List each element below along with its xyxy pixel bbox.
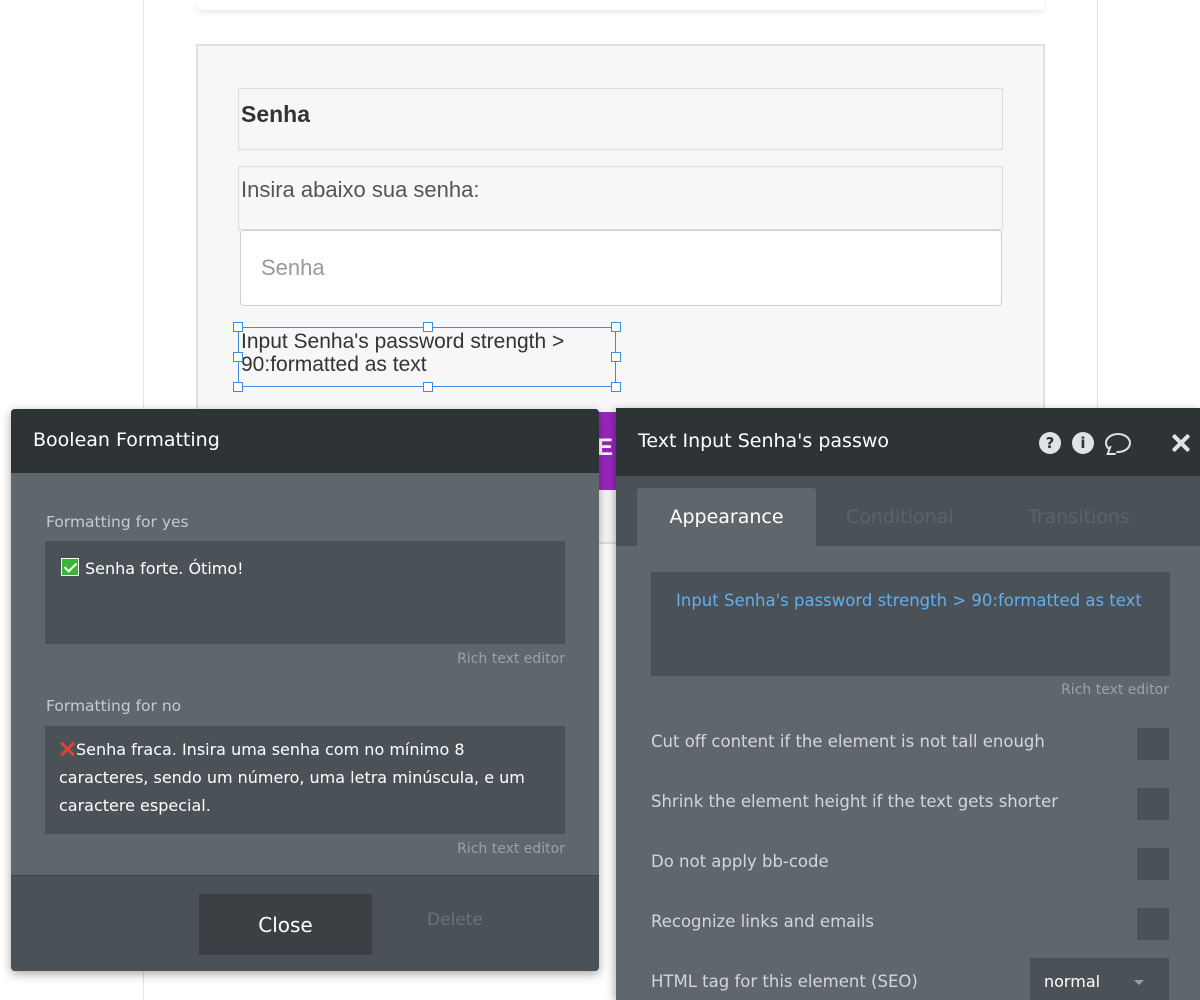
title-text-element[interactable]: Senha (238, 88, 1003, 150)
no-formatting-content: Senha fraca. Insira uma senha com no mín… (59, 736, 555, 820)
instruction-text-element[interactable]: Insira abaixo sua senha: (238, 166, 1003, 230)
dialog-title: Boolean Formatting (33, 429, 220, 451)
selected-strength-text-element[interactable]: Input Senha's password strength > 90:for… (238, 327, 616, 387)
resize-handle-bottom-left[interactable] (233, 382, 243, 392)
no-bb-code-label: Do not apply bb-code (651, 852, 829, 871)
rich-text-editor-link[interactable]: Rich text editor (1061, 682, 1169, 698)
strength-text: Input Senha's password strength > 90:for… (241, 330, 565, 376)
question-icon[interactable]: ? (1039, 432, 1061, 454)
caret-down-icon (1134, 980, 1144, 985)
info-icon[interactable]: i (1072, 432, 1094, 454)
yes-formatting-field[interactable]: Senha forte. Ótimo! (45, 541, 565, 644)
no-rich-text-editor-link[interactable]: Rich text editor (457, 841, 565, 857)
password-input[interactable] (240, 230, 1002, 306)
submit-button-label: E (597, 434, 614, 461)
resize-handle-bottom[interactable] (423, 382, 433, 392)
html-tag-label: HTML tag for this element (SEO) (651, 972, 918, 991)
resize-handle-top-left[interactable] (233, 322, 243, 332)
comment-icon[interactable] (1105, 433, 1131, 453)
html-tag-value: normal (1044, 972, 1101, 991)
instruction-text: Insira abaixo sua senha: (241, 177, 480, 202)
dialog-body: Formatting for yes Senha forte. Ótimo! R… (11, 473, 599, 875)
resize-handle-bottom-right[interactable] (611, 382, 621, 392)
resize-handle-top-right[interactable] (611, 322, 621, 332)
yes-formatting-content: Senha forte. Ótimo! (61, 555, 557, 583)
html-tag-select[interactable]: normal (1030, 958, 1169, 1000)
delete-button[interactable]: Delete (427, 910, 483, 930)
boolean-formatting-dialog: Boolean Formatting Formatting for yes Se… (11, 409, 599, 971)
text-expression: Input Senha's password strength > 90:for… (676, 591, 1142, 610)
property-editor-title: Text Input Senha's passwo (638, 430, 890, 452)
yes-formatting-label: Formatting for yes (46, 513, 189, 531)
resize-handle-left[interactable] (233, 352, 243, 362)
yes-formatting-text: Senha forte. Ótimo! (85, 559, 244, 578)
cut-off-content-checkbox[interactable] (1137, 728, 1169, 760)
close-icon[interactable] (1170, 432, 1192, 454)
header-strip (198, 0, 1044, 10)
close-button[interactable]: Close (199, 894, 372, 955)
resize-handle-top[interactable] (423, 322, 433, 332)
recognize-links-checkbox[interactable] (1137, 908, 1169, 940)
tab-bar: Appearance Conditional Transitions (616, 476, 1200, 546)
green-check-icon (61, 558, 79, 576)
red-cross-icon (59, 740, 75, 758)
title-text: Senha (241, 101, 311, 127)
dialog-footer: Close Delete (11, 875, 599, 971)
no-formatting-label: Formatting for no (46, 697, 182, 715)
no-bb-code-checkbox[interactable] (1137, 848, 1169, 880)
dialog-header[interactable]: Boolean Formatting (11, 409, 599, 473)
tab-appearance[interactable]: Appearance (637, 488, 816, 546)
shrink-height-label: Shrink the element height if the text ge… (651, 792, 1059, 811)
property-editor-panel: Text Input Senha's passwo ? i Appearance… (616, 408, 1200, 1000)
cut-off-content-label: Cut off content if the element is not ta… (651, 732, 1045, 751)
tab-conditional[interactable]: Conditional (846, 488, 954, 546)
text-expression-field[interactable]: Input Senha's password strength > 90:for… (651, 572, 1170, 676)
yes-rich-text-editor-link[interactable]: Rich text editor (457, 651, 565, 667)
no-formatting-text: Senha fraca. Insira uma senha com no mín… (59, 740, 525, 815)
property-editor-header[interactable]: Text Input Senha's passwo ? i (616, 408, 1200, 476)
shrink-height-checkbox[interactable] (1137, 788, 1169, 820)
no-formatting-field[interactable]: Senha fraca. Insira uma senha com no mín… (45, 726, 565, 834)
recognize-links-label: Recognize links and emails (651, 912, 875, 931)
tab-transitions[interactable]: Transitions (1028, 488, 1130, 546)
resize-handle-right[interactable] (611, 352, 621, 362)
